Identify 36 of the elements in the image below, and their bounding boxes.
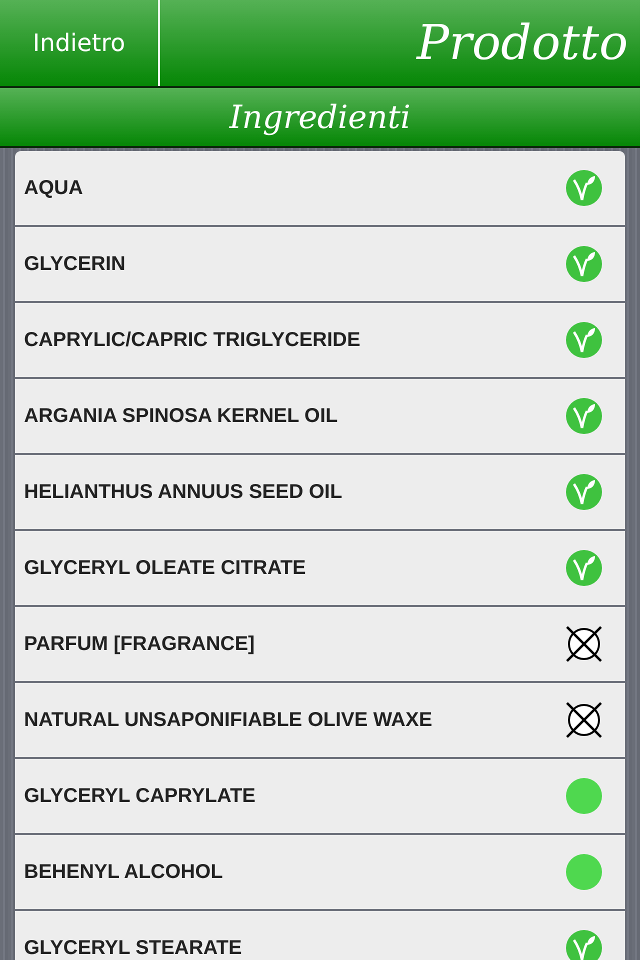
ingredient-name: GLYCERYL CAPRYLATE — [24, 784, 257, 808]
crossed-circle-icon — [565, 701, 603, 739]
ingredient-name: GLYCERYL STEARATE — [24, 936, 243, 960]
dot-icon — [565, 777, 603, 815]
leaf-badge-icon — [565, 473, 603, 511]
leaf-badge-icon — [565, 169, 603, 207]
ingredient-row[interactable]: GLYCERYL CAPRYLATE — [15, 759, 625, 835]
ingredient-name: HELIANTHUS ANNUUS SEED OIL — [24, 480, 344, 504]
page-title: Prodotto — [415, 14, 629, 73]
ingredient-name: NATURAL UNSAPONIFIABLE OLIVE WAXE — [24, 708, 434, 732]
ingredient-row[interactable]: HELIANTHUS ANNUUS SEED OIL — [15, 455, 625, 531]
crossed-circle-icon — [565, 625, 603, 663]
ingredient-name: AQUA — [24, 176, 84, 200]
ingredient-row[interactable]: NATURAL UNSAPONIFIABLE OLIVE WAXE — [15, 683, 625, 759]
ingredient-row[interactable]: BEHENYL ALCOHOL — [15, 835, 625, 911]
ingredient-row[interactable]: CAPRYLIC/CAPRIC TRIGLYCERIDE — [15, 303, 625, 379]
ingredient-row[interactable]: GLYCERIN — [15, 227, 625, 303]
leaf-badge-icon — [565, 549, 603, 587]
ingredient-row[interactable]: AQUA — [15, 151, 625, 227]
ingredient-row[interactable]: GLYCERYL OLEATE CITRATE — [15, 531, 625, 607]
dot-icon — [565, 853, 603, 891]
ingredient-row[interactable]: ARGANIA SPINOSA KERNEL OIL — [15, 379, 625, 455]
leaf-badge-icon — [565, 929, 603, 960]
section-header: Ingredienti — [0, 88, 640, 148]
leaf-badge-icon — [565, 245, 603, 283]
ingredient-name: ARGANIA SPINOSA KERNEL OIL — [24, 404, 339, 428]
ingredient-name: GLYCERIN — [24, 252, 127, 276]
ingredient-name: BEHENYL ALCOHOL — [24, 860, 224, 884]
ingredient-row[interactable]: GLYCERYL STEARATE — [15, 911, 625, 960]
ingredient-name: PARFUM [FRAGRANCE] — [24, 632, 256, 656]
ingredient-name: CAPRYLIC/CAPRIC TRIGLYCERIDE — [24, 328, 362, 352]
ingredient-name: GLYCERYL OLEATE CITRATE — [24, 556, 307, 580]
back-button[interactable]: Indietro — [0, 0, 160, 86]
leaf-badge-icon — [565, 321, 603, 359]
ingredient-row[interactable]: PARFUM [FRAGRANCE] — [15, 607, 625, 683]
leaf-badge-icon — [565, 397, 603, 435]
